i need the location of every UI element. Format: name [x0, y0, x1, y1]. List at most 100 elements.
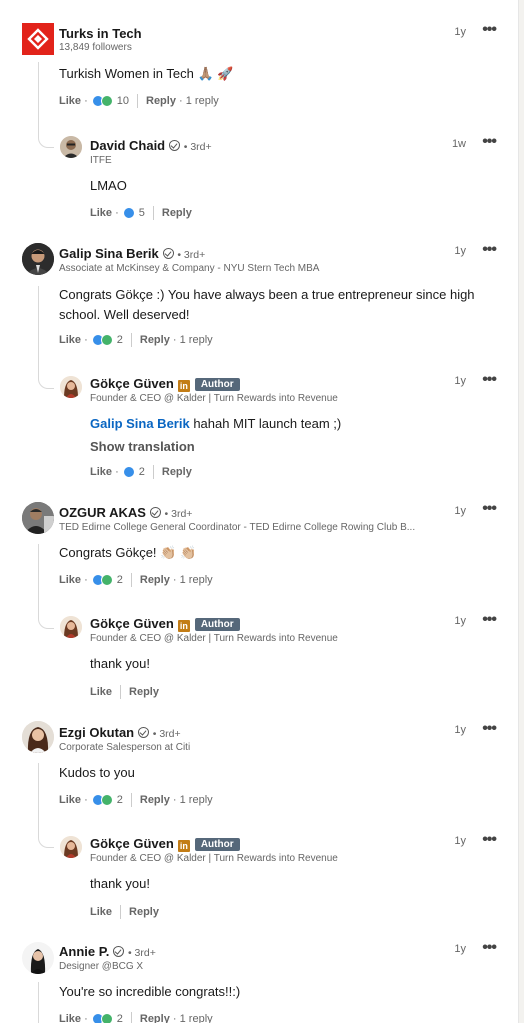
reply-author-subtitle: Founder & CEO @ Kalder | Turn Rewards in… — [90, 853, 338, 864]
turks-in-tech-logo[interactable] — [22, 23, 54, 55]
reply-button[interactable]: Reply — [140, 794, 170, 806]
comment-author-subtitle: 13,849 followers — [59, 42, 132, 53]
reply-button[interactable]: Reply — [129, 686, 159, 698]
comment-time: 1y — [454, 943, 466, 955]
more-options-icon[interactable]: ••• — [482, 372, 497, 388]
reaction-count[interactable]: 2 — [117, 574, 123, 586]
reaction-count[interactable]: 2 — [117, 334, 123, 346]
reply-text: thank you! — [90, 876, 150, 891]
like-button[interactable]: Like — [90, 906, 112, 918]
replies-count[interactable]: 1 reply — [180, 574, 213, 586]
reactions-icons[interactable] — [91, 334, 113, 346]
avatar[interactable] — [60, 616, 82, 638]
comment-author-name[interactable]: Annie P. • 3rd+ — [59, 944, 156, 959]
reply-button[interactable]: Reply — [162, 207, 192, 219]
more-options-icon[interactable]: ••• — [482, 721, 497, 737]
reactions-icons[interactable] — [91, 1013, 113, 1023]
avatar[interactable] — [60, 376, 82, 398]
reaction-count[interactable]: 10 — [117, 95, 129, 107]
verified-icon — [169, 140, 181, 151]
reactions-icons[interactable] — [91, 95, 113, 107]
comment-author-subtitle: Designer @BCG X — [59, 961, 144, 972]
comment-author-subtitle: TED Edirne College General Coordinator -… — [59, 522, 416, 533]
reply-text: Galip Sina Berik hahah MIT launch team ;… — [90, 416, 342, 431]
replies-count[interactable]: 1 reply — [180, 1013, 213, 1023]
like-button[interactable]: Like — [59, 334, 81, 346]
comment-author-name[interactable]: Galip Sina Berik • 3rd+ — [59, 246, 205, 261]
verified-icon — [113, 946, 125, 957]
reply-button[interactable]: Reply — [140, 334, 170, 346]
more-options-icon[interactable]: ••• — [482, 242, 497, 258]
comment-time: 1y — [454, 724, 466, 736]
like-button[interactable]: Like — [59, 794, 81, 806]
like-button[interactable]: Like — [90, 466, 112, 478]
reply-actions: Like · 2 Reply — [90, 465, 192, 479]
linkedin-premium-icon: in — [177, 620, 190, 632]
avatar[interactable] — [22, 721, 54, 753]
comment-author-subtitle: Corporate Salesperson at Citi — [59, 742, 191, 753]
like-button[interactable]: Like — [59, 1013, 81, 1023]
reaction-count[interactable]: 5 — [139, 207, 145, 219]
comment-time: 1y — [454, 26, 466, 38]
more-options-icon[interactable]: ••• — [482, 832, 497, 848]
reply-time: 1y — [454, 375, 466, 387]
avatar[interactable] — [60, 136, 82, 158]
replies-count[interactable]: 1 reply — [180, 334, 213, 346]
more-options-icon[interactable]: ••• — [482, 940, 497, 956]
avatar[interactable] — [22, 502, 54, 534]
reply-button[interactable]: Reply — [146, 95, 176, 107]
more-options-icon[interactable]: ••• — [482, 22, 497, 38]
comment-text: Congrats Gökçe :) You have always been a… — [59, 287, 475, 322]
reply-author-name[interactable]: Gökçe Güven in Author — [90, 376, 240, 392]
reaction-count[interactable]: 2 — [117, 794, 123, 806]
like-button[interactable]: Like — [90, 207, 112, 219]
reply-author-name[interactable]: Gökçe Güven in Author — [90, 616, 240, 632]
reply-button[interactable]: Reply — [162, 466, 192, 478]
reply-time: 1y — [454, 835, 466, 847]
avatar[interactable] — [22, 942, 54, 974]
mention-link[interactable]: Galip Sina Berik — [90, 416, 190, 431]
reactions-icons[interactable] — [122, 466, 135, 478]
comment-turks-in-tech: Turks in Tech 13,849 followers 1y ••• Tu… — [0, 0, 518, 235]
author-badge: Author — [194, 378, 240, 391]
scrollbar-track[interactable] — [518, 0, 524, 1023]
reply-button[interactable]: Reply — [140, 1013, 170, 1023]
more-options-icon[interactable]: ••• — [482, 501, 497, 517]
reply-author-name[interactable]: Gökçe Güven in Author — [90, 836, 240, 852]
celebrate-reaction-icon — [100, 334, 113, 346]
like-button[interactable]: Like — [59, 95, 81, 107]
comment-author-name[interactable]: OZGUR AKAS • 3rd+ — [59, 505, 192, 520]
comment-author-name[interactable]: Turks in Tech — [59, 26, 142, 41]
reply-button[interactable]: Reply — [129, 906, 159, 918]
avatar[interactable] — [60, 836, 82, 858]
reaction-count[interactable]: 2 — [139, 466, 145, 478]
show-translation-button[interactable]: Show translation — [90, 439, 195, 454]
like-button[interactable]: Like — [90, 686, 112, 698]
reply-time: 1w — [451, 138, 466, 150]
comment-text: Turkish Women in Tech 🙏🏽 🚀 — [59, 66, 234, 81]
avatar[interactable] — [22, 243, 54, 275]
comment-time: 1y — [454, 245, 466, 257]
verified-icon — [149, 507, 161, 518]
comment-author-name[interactable]: Ezgi Okutan • 3rd+ — [59, 725, 181, 740]
celebrate-reaction-icon — [100, 574, 113, 586]
more-options-icon[interactable]: ••• — [482, 612, 497, 628]
reply-author-name[interactable]: David Chaid • 3rd+ — [90, 138, 212, 153]
reactions-icons[interactable] — [122, 207, 135, 219]
replies-count[interactable]: 1 reply — [180, 794, 213, 806]
reply-button[interactable]: Reply — [140, 574, 170, 586]
replies-count[interactable]: 1 reply — [186, 95, 219, 107]
more-options-icon[interactable]: ••• — [482, 134, 497, 150]
reply-time: 1y — [454, 615, 466, 627]
thread-line — [38, 286, 54, 389]
reactions-icons[interactable] — [91, 794, 113, 806]
like-button[interactable]: Like — [59, 574, 81, 586]
like-reaction-icon — [122, 207, 135, 219]
reply-actions: Like Reply — [90, 905, 159, 919]
reply-author-subtitle: ITFE — [90, 155, 112, 166]
reactions-icons[interactable] — [91, 574, 113, 586]
reaction-count[interactable]: 2 — [117, 1013, 123, 1023]
celebrate-reaction-icon — [100, 1013, 113, 1023]
comment-ezgi-okutan: Ezgi Okutan • 3rd+ Corporate Salesperson… — [0, 715, 518, 937]
like-reaction-icon — [122, 466, 135, 478]
